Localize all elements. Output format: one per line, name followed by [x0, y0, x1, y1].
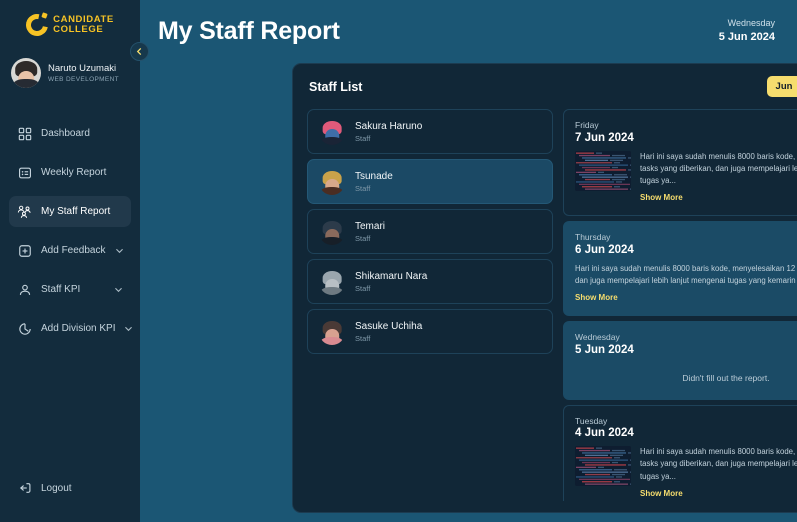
sidebar-item-label: Add Feedback — [41, 245, 106, 256]
sidebar-item-dashboard[interactable]: Dashboard — [9, 118, 131, 149]
panel-filters: Jun Week 1 — [766, 76, 797, 97]
chevron-down-icon[interactable] — [114, 285, 123, 294]
brand-logo[interactable]: CANDIDATE COLLEGE — [0, 0, 140, 46]
report-list[interactable]: Friday 7 Jun 2024 Hari ini saya sudah menu… — [563, 109, 797, 501]
report-card[interactable]: Wednesday 5 Jun 2024 Didn't fill out the r… — [563, 320, 797, 400]
avatar — [11, 58, 41, 88]
chevron-left-icon — [135, 43, 144, 61]
report-weekday: Wednesday — [575, 331, 620, 342]
report-thumbnail[interactable] — [575, 150, 631, 191]
sidebar-collapse-button[interactable] — [130, 42, 149, 61]
sidebar: CANDIDATE COLLEGE Naruto Uzumaki WEB DEV… — [0, 0, 149, 522]
report-weekday: Tuesday — [575, 415, 608, 426]
sidebar-item-add-feedback[interactable]: Add Feedback — [9, 235, 131, 266]
avatar — [319, 119, 345, 145]
panel-header: Staff List Jun Week 1 — [293, 64, 797, 105]
staff-name: Tsunade — [355, 171, 393, 182]
candidate-college-logo-icon — [21, 9, 53, 41]
staff-role: Staff — [355, 234, 371, 243]
staff-card[interactable]: Shikamaru Nara Staff — [307, 259, 553, 304]
report-date: 4 Jun 2024 — [575, 427, 634, 440]
report-text: Hari ini saya sudah menulis 8000 baris k… — [575, 263, 797, 285]
date-value: 5 Jun 2024 — [718, 30, 775, 43]
report-card[interactable]: Friday 7 Jun 2024 Hari ini saya sudah menu… — [563, 109, 797, 216]
sidebar-item-weekly-report[interactable]: Weekly Report — [9, 157, 131, 188]
chevron-down-icon[interactable] — [124, 324, 133, 333]
show-more-link[interactable]: Show More — [640, 489, 683, 498]
staff-role: Staff — [355, 284, 371, 293]
user-profile[interactable]: Naruto Uzumaki WEB DEVELOPMENT — [0, 46, 140, 100]
grid-icon — [17, 126, 32, 141]
avatar — [319, 319, 345, 345]
month-dropdown[interactable]: Jun — [766, 76, 797, 97]
show-more-link[interactable]: Show More — [640, 193, 683, 202]
report-card[interactable]: Tuesday 4 Jun 2024 Hari ini saya sudah men… — [563, 404, 797, 501]
report-thumbnail[interactable] — [575, 446, 631, 487]
staff-list: Sakura Haruno Staff Tsunade Staff Temari Staf… — [307, 109, 553, 501]
profile-name: Naruto Uzumaki — [48, 63, 117, 75]
report-weekday: Thursday — [575, 231, 611, 242]
show-more-link[interactable]: Show More — [575, 293, 618, 302]
logout-section: Logout — [0, 474, 140, 522]
report-icon — [17, 165, 32, 180]
avatar — [319, 269, 345, 295]
avatar — [319, 169, 345, 195]
staff-role: Staff — [355, 134, 371, 143]
avatar — [319, 219, 345, 245]
add-division-icon — [17, 321, 32, 336]
sidebar-item-staff-kpi[interactable]: Staff KPI — [9, 274, 131, 305]
panel-title: Staff List — [309, 79, 363, 94]
sidebar-item-my-staff-report[interactable]: My Staff Report — [9, 196, 131, 227]
staff-icon — [17, 204, 32, 219]
staff-list-panel: Staff List Jun Week 1 — [292, 63, 797, 513]
page-header: My Staff Report Wednesday 5 Jun 2024 — [140, 0, 797, 62]
staff-role: Staff — [355, 334, 371, 343]
sidebar-item-label: My Staff Report — [41, 206, 111, 217]
report-weekday: Friday — [575, 120, 599, 130]
sidebar-item-label: Weekly Report — [41, 167, 107, 178]
report-text: Hari ini saya sudah menulis 8000 baris k… — [640, 447, 797, 481]
report-card[interactable]: Thursday 6 Jun 2024 Hari ini saya sudah me… — [563, 220, 797, 316]
staff-role: Staff — [355, 184, 371, 193]
date-weekday: Wednesday — [727, 18, 775, 28]
staff-name: Temari — [355, 221, 386, 232]
main-content: My Staff Report Wednesday 5 Jun 2024 Sta… — [140, 0, 797, 522]
sidebar-item-label: Dashboard — [41, 128, 90, 139]
chevron-down-icon[interactable] — [115, 246, 124, 255]
profile-role: WEB DEVELOPMENT — [48, 75, 119, 83]
brand-line-2: COLLEGE — [53, 24, 104, 35]
report-date: 6 Jun 2024 — [575, 243, 634, 256]
month-dropdown-label: Jun — [775, 81, 793, 92]
panel-body: Sakura Haruno Staff Tsunade Staff Temari Staf… — [293, 105, 797, 501]
staff-card[interactable]: Tsunade Staff — [307, 159, 553, 204]
user-icon — [17, 282, 32, 297]
report-date: 5 Jun 2024 — [575, 343, 634, 356]
brand-wordmark: CANDIDATE COLLEGE — [53, 15, 114, 34]
staff-card[interactable]: Temari Staff — [307, 209, 553, 254]
current-date: Wednesday 5 Jun 2024 — [719, 18, 775, 44]
sidebar-nav: Dashboard Weekly Report My Staff Report … — [0, 114, 140, 348]
sidebar-item-add-division-kpi[interactable]: Add Division KPI — [9, 313, 133, 344]
page-title: My Staff Report — [158, 16, 340, 45]
logout-icon — [17, 481, 32, 496]
plus-square-icon — [17, 243, 32, 258]
app-root: CANDIDATE COLLEGE Naruto Uzumaki WEB DEV… — [0, 0, 797, 522]
report-text: Hari ini saya sudah menulis 8000 baris k… — [640, 151, 797, 185]
sidebar-item-label: Staff KPI — [41, 284, 81, 295]
logout-button[interactable]: Logout — [9, 474, 131, 502]
staff-card[interactable]: Sasuke Uchiha Staff — [307, 309, 553, 354]
staff-name: Sasuke Uchiha — [355, 321, 423, 332]
report-empty-message: Didn't fill out the report. — [682, 372, 770, 383]
sidebar-item-label: Add Division KPI — [41, 323, 116, 334]
logout-label: Logout — [41, 482, 72, 494]
staff-name: Sakura Haruno — [355, 121, 423, 132]
staff-name: Shikamaru Nara — [355, 271, 428, 282]
report-date: 7 Jun 2024 — [575, 131, 634, 144]
staff-card[interactable]: Sakura Haruno Staff — [307, 109, 553, 154]
